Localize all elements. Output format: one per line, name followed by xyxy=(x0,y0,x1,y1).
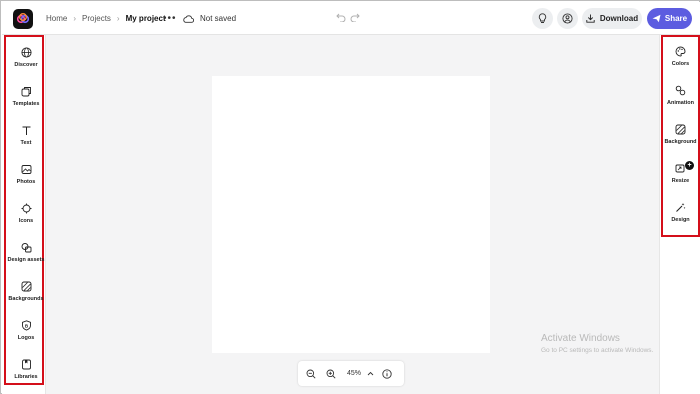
magic-wand-icon xyxy=(675,201,687,213)
ideas-button[interactable] xyxy=(532,8,553,29)
right-rail-label: Animation xyxy=(667,100,694,106)
download-icon xyxy=(586,14,595,23)
left-rail-item-icons[interactable]: Icons xyxy=(6,200,46,234)
left-rail-label: Backgrounds xyxy=(8,296,44,302)
top-bar: Home › Projects › My project ••• Not sav… xyxy=(2,2,700,35)
premium-badge-icon: + xyxy=(685,161,694,170)
design-assets-icon xyxy=(20,241,32,253)
left-rail-label: Templates xyxy=(12,101,40,107)
left-rail-item-photos[interactable]: Photos xyxy=(6,161,46,195)
logos-icon: B xyxy=(20,319,32,331)
left-rail-label: Design assets xyxy=(7,257,45,263)
backgrounds-icon xyxy=(20,280,32,292)
download-button[interactable]: Download xyxy=(582,8,642,29)
chevron-up-icon[interactable] xyxy=(363,361,377,386)
left-rail-label: Libraries xyxy=(14,374,38,380)
left-rail-item-text[interactable]: Text xyxy=(6,122,46,156)
design-page[interactable] xyxy=(212,76,490,353)
background-icon xyxy=(675,123,687,135)
breadcrumb-home[interactable]: Home xyxy=(46,14,67,23)
globe-icon xyxy=(20,46,32,58)
zoom-out-icon[interactable] xyxy=(301,361,321,386)
templates-icon xyxy=(20,85,32,97)
animation-icon xyxy=(675,84,687,96)
photos-icon xyxy=(20,163,32,175)
share-button[interactable]: Share xyxy=(647,8,692,29)
breadcrumb-current[interactable]: My project xyxy=(126,14,166,23)
zoom-in-icon[interactable] xyxy=(321,361,341,386)
user-add-icon xyxy=(562,13,573,24)
breadcrumb-projects[interactable]: Projects xyxy=(82,14,111,23)
left-rail-item-libraries[interactable]: Libraries xyxy=(6,356,46,390)
more-options-icon[interactable]: ••• xyxy=(163,13,177,24)
right-rail-item-design[interactable]: Design xyxy=(663,199,698,233)
left-rail-item-discover[interactable]: Discover xyxy=(6,44,46,78)
palette-icon xyxy=(675,45,687,57)
zoom-toolbar: 45% xyxy=(298,361,404,386)
text-icon xyxy=(20,124,32,136)
send-icon xyxy=(652,14,661,23)
left-rail-item-logos[interactable]: B Logos xyxy=(6,317,46,351)
undo-icon[interactable] xyxy=(336,13,346,22)
right-rail: Colors Animation Background + Resize Des… xyxy=(659,35,700,394)
left-rail-label: Text xyxy=(20,140,32,146)
info-icon[interactable] xyxy=(377,361,397,386)
save-status: Not saved xyxy=(183,2,236,35)
libraries-icon xyxy=(20,358,32,370)
svg-text:B: B xyxy=(24,323,28,328)
left-rail-highlight: Discover Templates Text Photos Icons Des… xyxy=(4,35,46,385)
watermark-title: Activate Windows xyxy=(541,333,620,344)
left-rail-label: Photos xyxy=(16,179,36,185)
right-rail-item-colors[interactable]: Colors xyxy=(663,43,698,77)
right-rail-label: Resize xyxy=(671,178,690,184)
app-logo-icon xyxy=(16,13,30,24)
chevron-right-icon: › xyxy=(73,14,77,23)
right-rail-label: Colors xyxy=(671,61,690,67)
right-rail-label: Background xyxy=(664,139,697,145)
app-logo[interactable] xyxy=(13,9,33,29)
app-window: Home › Projects › My project ••• Not sav… xyxy=(0,0,700,394)
left-rail: Discover Templates Text Photos Icons Des… xyxy=(2,35,46,394)
chevron-right-icon: › xyxy=(116,14,120,23)
cloud-icon xyxy=(183,14,194,23)
save-status-text: Not saved xyxy=(200,14,237,23)
left-rail-label: Discover xyxy=(14,62,38,68)
download-label: Download xyxy=(599,14,639,23)
share-label: Share xyxy=(664,14,688,23)
watermark-subtitle: Go to PC settings to activate Windows. xyxy=(541,347,654,354)
lightbulb-icon xyxy=(538,13,547,23)
icons-icon xyxy=(20,202,32,214)
left-rail-item-templates[interactable]: Templates xyxy=(6,83,46,117)
right-rail-item-animation[interactable]: Animation xyxy=(663,82,698,116)
left-rail-label: Icons xyxy=(18,218,34,224)
right-rail-item-background[interactable]: Background xyxy=(663,121,698,155)
collaborate-button[interactable] xyxy=(557,8,578,29)
right-rail-item-resize[interactable]: + Resize xyxy=(663,160,698,194)
zoom-level[interactable]: 45% xyxy=(347,370,361,377)
right-rail-highlight: Colors Animation Background + Resize Des… xyxy=(661,35,700,237)
breadcrumb: Home › Projects › My project xyxy=(46,2,166,35)
left-rail-label: Logos xyxy=(17,335,35,341)
left-rail-item-design-assets[interactable]: Design assets xyxy=(6,239,46,273)
redo-icon[interactable] xyxy=(350,13,360,22)
right-rail-label: Design xyxy=(671,217,690,223)
left-rail-item-backgrounds[interactable]: Backgrounds xyxy=(6,278,46,312)
